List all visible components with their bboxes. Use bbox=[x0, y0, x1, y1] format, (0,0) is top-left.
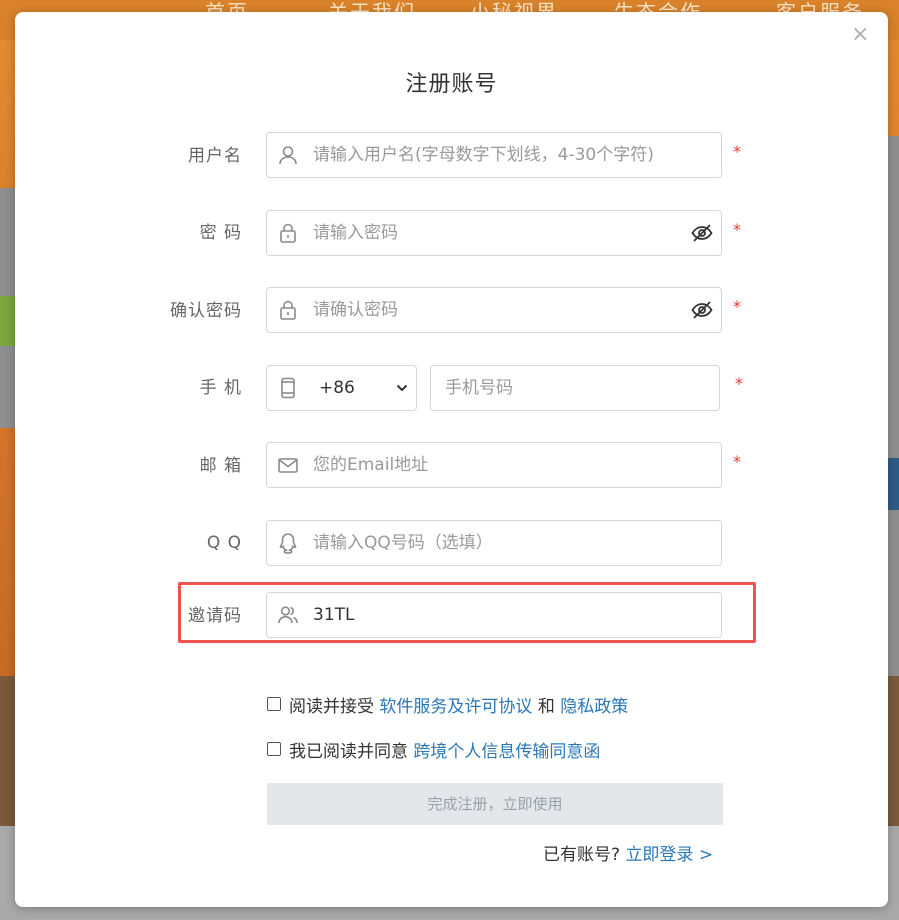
modal-title: 注册账号 bbox=[405, 72, 498, 97]
mail-icon bbox=[278, 458, 298, 473]
crossborder-prefix: 我已阅读并同意 bbox=[289, 742, 408, 762]
login-link[interactable]: 立即登录 > bbox=[625, 845, 713, 865]
email-placeholder: 您的Email地址 bbox=[313, 455, 429, 475]
confirm-password-label: 确认密码 bbox=[170, 301, 242, 321]
qq-placeholder: 请输入QQ号码（选填） bbox=[313, 533, 493, 553]
password-placeholder: 请输入密码 bbox=[313, 223, 398, 243]
terms-checkbox[interactable] bbox=[267, 697, 281, 711]
crossborder-consent-link[interactable]: 跨境个人信息传输同意函 bbox=[413, 742, 600, 762]
confirm-password-placeholder: 请确认密码 bbox=[313, 300, 398, 320]
agreement-row-terms: 阅读并接受 软件服务及许可协议 和 隐私政策 bbox=[267, 696, 628, 718]
password-label: 密 码 bbox=[199, 223, 242, 243]
password-input[interactable]: 请输入密码 bbox=[266, 210, 722, 256]
user-icon bbox=[279, 146, 297, 165]
country-code-select[interactable]: +86 bbox=[266, 365, 417, 411]
country-code-value: +86 bbox=[319, 378, 355, 398]
username-placeholder: 请输入用户名(字母数字下划线，4-30个字符) bbox=[313, 145, 654, 165]
phone-number-input[interactable]: 手机号码 bbox=[430, 365, 720, 411]
login-prompt: 已有账号? bbox=[543, 845, 621, 865]
eye-off-icon[interactable] bbox=[691, 223, 713, 243]
username-input[interactable]: 请输入用户名(字母数字下划线，4-30个字符) bbox=[266, 132, 722, 178]
close-button[interactable]: × bbox=[851, 24, 869, 46]
lock-icon bbox=[280, 300, 296, 320]
login-row: 已有账号? 立即登录 > bbox=[543, 840, 713, 865]
software-license-link[interactable]: 软件服务及许可协议 bbox=[379, 697, 532, 717]
agreement-row-crossborder: 我已阅读并同意 跨境个人信息传输同意函 bbox=[267, 741, 600, 763]
phone-number-placeholder: 手机号码 bbox=[445, 378, 513, 398]
privacy-policy-link[interactable]: 隐私政策 bbox=[560, 697, 628, 717]
username-label: 用户名 bbox=[188, 146, 242, 166]
email-label: 邮 箱 bbox=[199, 456, 242, 476]
phone-label: 手 机 bbox=[199, 378, 242, 398]
password-required-mark: * bbox=[733, 220, 741, 239]
users-icon bbox=[278, 606, 298, 624]
confirm-password-input[interactable]: 请确认密码 bbox=[266, 287, 722, 333]
email-input[interactable]: 您的Email地址 bbox=[266, 442, 722, 488]
phone-icon bbox=[281, 377, 295, 399]
qq-label: Q Q bbox=[206, 533, 242, 553]
invite-code-value: 31TL bbox=[313, 605, 355, 625]
phone-required-mark: * bbox=[735, 374, 743, 393]
submit-register-button[interactable]: 完成注册，立即使用 bbox=[267, 783, 723, 825]
email-required-mark: * bbox=[733, 452, 741, 471]
qq-icon bbox=[279, 533, 297, 554]
eye-off-icon[interactable] bbox=[691, 300, 713, 320]
qq-input[interactable]: 请输入QQ号码（选填） bbox=[266, 520, 722, 566]
terms-prefix: 阅读并接受 bbox=[289, 697, 374, 717]
crossborder-checkbox[interactable] bbox=[267, 742, 281, 756]
register-modal: × 注册账号 用户名 请输入用户名(字母数字下划线，4-30个字符) * 密 码… bbox=[15, 12, 888, 907]
confirm-password-required-mark: * bbox=[733, 297, 741, 316]
chevron-down-icon bbox=[396, 384, 408, 392]
username-required-mark: * bbox=[733, 142, 741, 161]
lock-icon bbox=[280, 223, 296, 243]
invite-label: 邀请码 bbox=[188, 606, 242, 626]
invite-code-input[interactable]: 31TL bbox=[266, 592, 722, 638]
terms-and-text: 和 bbox=[537, 697, 555, 717]
